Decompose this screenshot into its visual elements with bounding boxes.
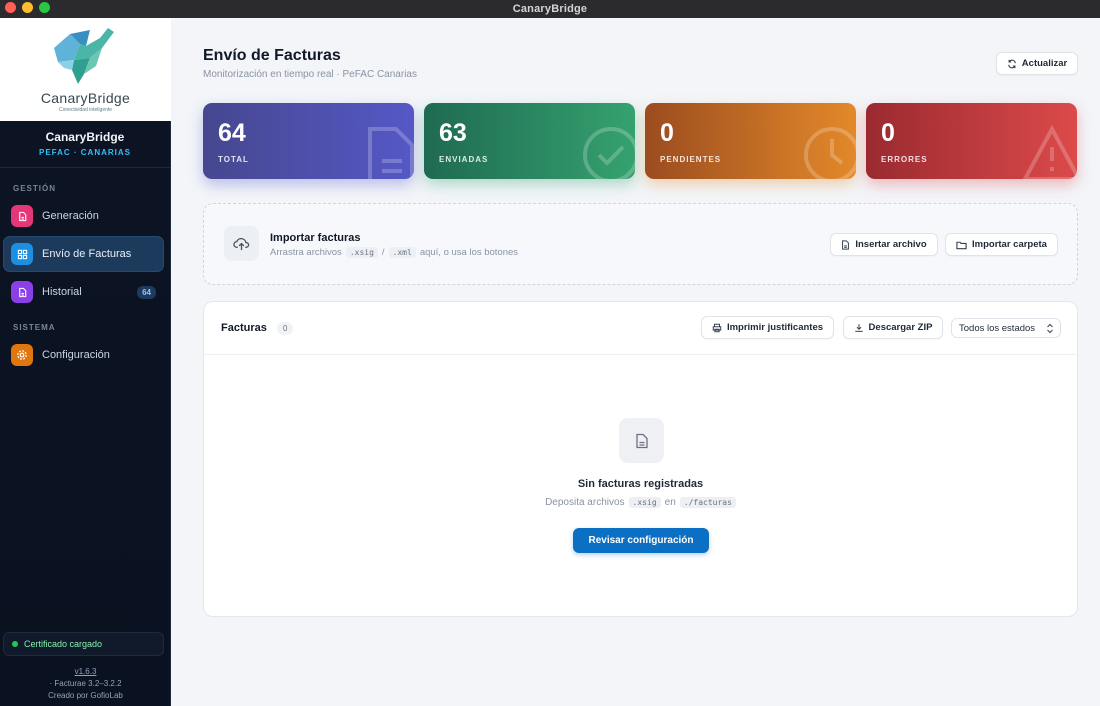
- stat-card-pendientes: 0 PENDIENTES: [645, 103, 856, 179]
- refresh-icon: [1007, 59, 1016, 68]
- download-zip-button[interactable]: Descargar ZIP: [843, 316, 943, 339]
- page-subtitle: Monitorización en tiempo real · PeFAC Ca…: [203, 69, 417, 80]
- import-folder-label: Importar carpeta: [972, 239, 1047, 250]
- review-config-button[interactable]: Revisar configuración: [573, 528, 709, 553]
- empty-state-title: Sin facturas registradas: [577, 478, 704, 490]
- document-icon: [11, 281, 33, 303]
- sidebar-item-label: Configuración: [42, 349, 110, 361]
- credit-text: Creado por GofioLab: [48, 691, 123, 700]
- minimize-window-button[interactable]: [22, 2, 33, 13]
- status-dot-icon: [12, 641, 18, 647]
- sidebar-item-label: Generación: [42, 210, 99, 222]
- import-desc-suffix: aquí, o usa los botones: [419, 247, 519, 258]
- historial-count-badge: 64: [137, 285, 156, 299]
- invoices-title: Facturas: [221, 322, 267, 334]
- empty-document-icon: [619, 418, 664, 463]
- window-titlebar: CanaryBridge: [0, 0, 1100, 18]
- empty-state-description: Deposita archivos .xsig en ./facturas: [204, 497, 1077, 508]
- sidebar-item-configuracion[interactable]: Configuración: [3, 337, 164, 373]
- file-icon: [842, 239, 850, 250]
- sidebar-item-generacion[interactable]: Generación: [3, 198, 164, 234]
- insert-file-label: Insertar archivo: [855, 239, 927, 250]
- stat-card-total: 64 TOTAL: [203, 103, 414, 179]
- check-circle-icon: [583, 127, 635, 179]
- section-label-gestion: GESTIÓN: [13, 184, 57, 193]
- refresh-button[interactable]: Actualizar: [996, 52, 1078, 75]
- status-filter-select[interactable]: Todos los estados: [951, 318, 1061, 338]
- ext-xsig: .xsig: [345, 247, 378, 258]
- import-desc-prefix: Arrastra archivos: [270, 247, 342, 258]
- import-description: Arrastra archivos .xsig / .xml aquí, o u…: [270, 247, 518, 258]
- page-title: Envío de Facturas: [203, 47, 341, 64]
- certificate-status: Certificado cargado: [3, 632, 164, 656]
- brand-name: CanaryBridge: [45, 130, 125, 144]
- document-icon: [368, 127, 414, 179]
- sidebar-item-label: Envío de Facturas: [42, 248, 132, 260]
- ext-separator: /: [381, 247, 385, 258]
- version-link[interactable]: v1.6.3: [0, 666, 171, 678]
- clock-icon: [804, 127, 856, 179]
- stat-card-enviadas: 63 ENVIADAS: [424, 103, 635, 179]
- chevron-updown-icon: [1047, 323, 1053, 334]
- upload-cloud-icon: [224, 226, 259, 261]
- ext-xml: .xml: [388, 247, 416, 258]
- invoices-panel: Facturas 0 Imprimir justificantes Descar…: [203, 301, 1078, 617]
- certificate-label: Certificado cargado: [24, 639, 103, 649]
- section-label-sistema: SISTEMA: [13, 323, 56, 332]
- download-zip-label: Descargar ZIP: [868, 322, 933, 333]
- logo-name: CanaryBridge: [40, 90, 131, 106]
- stat-card-errores: 0 ERRORES: [866, 103, 1077, 179]
- sidebar-item-label: Historial: [42, 286, 82, 298]
- window-controls: [5, 2, 50, 13]
- import-dropzone[interactable]: Importar facturas Arrastra archivos .xsi…: [203, 203, 1078, 285]
- sidebar-item-envio-facturas[interactable]: Envío de Facturas: [3, 236, 164, 272]
- download-icon: [854, 323, 863, 332]
- sidebar: CanaryBridge Conectividad inteligente Ca…: [0, 18, 171, 706]
- folder-icon: [956, 241, 967, 249]
- empty-desc-prefix: Deposita archivos: [545, 497, 625, 508]
- warning-icon: [1022, 125, 1077, 179]
- import-title: Importar facturas: [270, 232, 361, 244]
- print-receipts-label: Imprimir justificantes: [726, 322, 824, 333]
- sidebar-divider: [0, 167, 170, 168]
- print-receipts-button[interactable]: Imprimir justificantes: [701, 316, 834, 339]
- gear-icon: [11, 344, 33, 366]
- close-window-button[interactable]: [5, 2, 16, 13]
- logo-tagline: Conectividad inteligente: [58, 107, 113, 113]
- ext-xsig: .xsig: [628, 497, 661, 508]
- refresh-label: Actualizar: [1021, 58, 1068, 69]
- facturae-version: · Facturae 3.2–3.2.2: [49, 679, 122, 688]
- insert-file-button[interactable]: Insertar archivo: [830, 233, 938, 256]
- grid-icon: [11, 243, 33, 265]
- brand-block: CanaryBridge PEFAC · CANARIAS: [0, 130, 170, 157]
- window-title: CanaryBridge: [512, 3, 588, 15]
- status-filter-value: Todos los estados: [959, 322, 1036, 334]
- empty-desc-middle: en: [664, 497, 676, 508]
- invoices-count-badge: 0: [277, 322, 294, 335]
- island-logo-icon: [54, 28, 114, 84]
- facturas-path: ./facturas: [679, 497, 736, 508]
- document-icon: [11, 205, 33, 227]
- import-folder-button[interactable]: Importar carpeta: [945, 233, 1058, 256]
- zoom-window-button[interactable]: [39, 2, 50, 13]
- sidebar-footer: v1.6.3 · Facturae 3.2–3.2.2 Creado por G…: [0, 666, 171, 702]
- sidebar-item-historial[interactable]: Historial 64: [3, 274, 164, 310]
- printer-icon: [712, 323, 722, 332]
- logo: CanaryBridge Conectividad inteligente: [0, 18, 171, 121]
- brand-subtitle: PEFAC · CANARIAS: [38, 148, 131, 157]
- invoices-panel-header: Facturas 0 Imprimir justificantes Descar…: [204, 302, 1077, 355]
